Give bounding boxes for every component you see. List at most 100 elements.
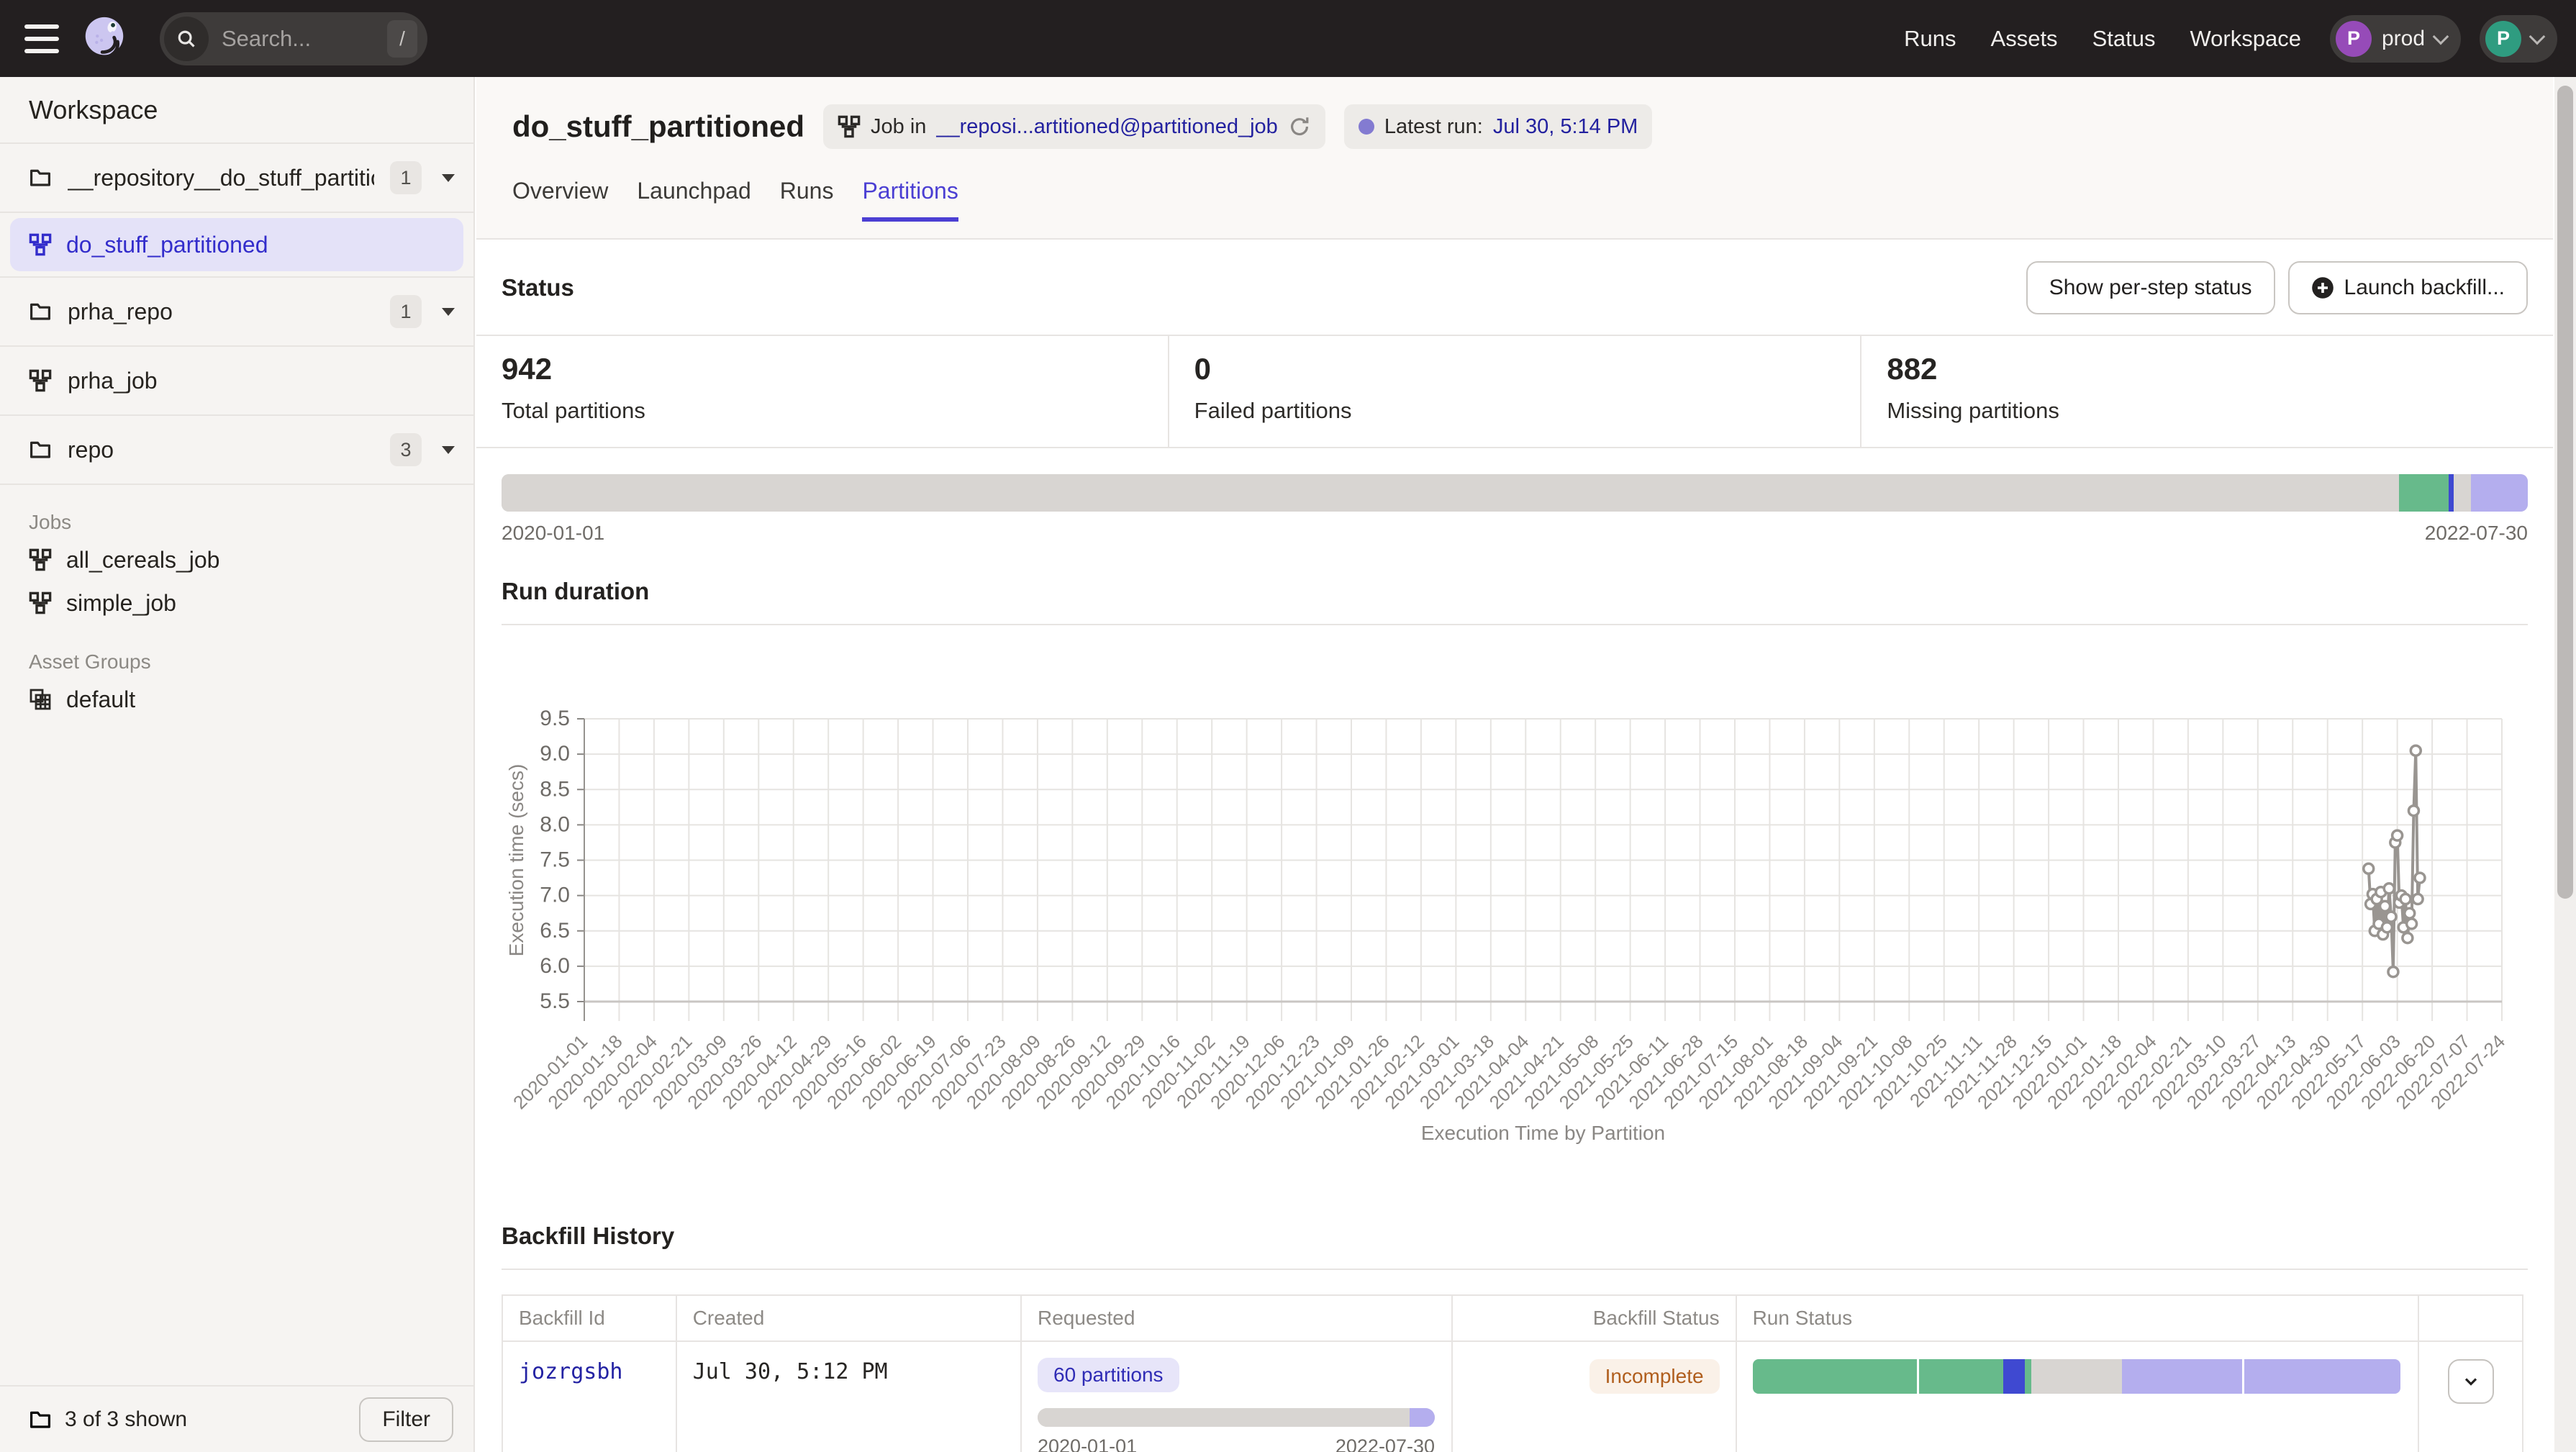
run-duration-section-header: Run duration — [502, 578, 2528, 625]
main-content: do_stuff_partitioned Job in __reposi...a… — [476, 77, 2553, 1452]
data-point[interactable] — [2411, 745, 2421, 756]
partition-status-bar[interactable] — [502, 474, 2528, 512]
nav-status[interactable]: Status — [2092, 26, 2156, 52]
run-status-bar[interactable] — [1753, 1359, 2400, 1394]
nav-workspace[interactable]: Workspace — [2190, 26, 2301, 52]
launch-backfill-button[interactable]: Launch backfill... — [2288, 261, 2528, 314]
repos-shown-count: 3 of 3 shown — [65, 1407, 346, 1432]
backfill-history-section-header: Backfill History — [502, 1222, 2528, 1270]
asset-groups-section-label: Asset Groups — [29, 650, 473, 673]
sidebar-item-prha_job[interactable]: prha_job — [0, 347, 473, 416]
data-point[interactable] — [2400, 894, 2411, 904]
nav-runs[interactable]: Runs — [1904, 26, 1956, 52]
data-point[interactable] — [2380, 901, 2390, 911]
refresh-icon[interactable] — [1288, 115, 1311, 138]
job-tag-link[interactable]: __reposi...artitioned@partitioned_job — [936, 115, 1277, 139]
sidebar-item-label: default — [66, 686, 135, 713]
sidebar-item-repo[interactable]: repo3 — [0, 416, 473, 485]
bar-segment-missing — [502, 474, 2399, 512]
run-status-dot — [1359, 119, 1374, 135]
top-bar: / Runs Assets Status Workspace P prod P — [0, 0, 2576, 77]
bar-segment-in_progress — [2449, 474, 2454, 512]
nav-assets[interactable]: Assets — [1991, 26, 2058, 52]
column-header-backfill-id: Backfill Id — [503, 1296, 676, 1340]
sidebar-item-do_stuff_partitioned[interactable]: do_stuff_partitioned — [10, 218, 463, 271]
show-per-step-status-button[interactable]: Show per-step status — [2026, 261, 2275, 314]
search-input[interactable] — [222, 26, 366, 52]
stat-label: Total partitions — [502, 398, 1168, 424]
tab-runs[interactable]: Runs — [780, 178, 834, 220]
data-point[interactable] — [2408, 806, 2418, 816]
sidebar-row: do_stuff_partitioned — [0, 213, 473, 278]
data-point[interactable] — [2405, 908, 2415, 918]
sidebar-item-default[interactable]: default — [0, 678, 473, 721]
cell-actions — [2418, 1342, 2522, 1452]
latest-run-link[interactable]: Jul 30, 5:14 PM — [1493, 115, 1638, 139]
data-point[interactable] — [2393, 830, 2403, 840]
job-icon — [29, 233, 52, 256]
sidebar-item-label: prha_job — [68, 368, 455, 394]
hamburger-menu-icon[interactable] — [24, 24, 59, 53]
bar-segment-success — [1753, 1359, 1918, 1394]
item-count-badge: 3 — [390, 433, 422, 466]
sidebar-item-prha_repo[interactable]: prha_repo 1 — [0, 278, 473, 347]
stat-total-partitions: 942Total partitions — [476, 336, 1168, 447]
sidebar-item-label: prha_repo — [68, 299, 374, 325]
column-header-created: Created — [676, 1296, 1020, 1340]
item-count-badge: 1 — [390, 161, 422, 194]
data-point[interactable] — [2386, 912, 2396, 922]
data-point[interactable] — [2388, 967, 2398, 977]
x-axis-label: Execution Time by Partition — [1421, 1122, 1665, 1144]
backfill-id-link[interactable]: jozrgsbh — [519, 1359, 623, 1384]
data-point[interactable] — [2382, 922, 2392, 933]
data-point[interactable] — [2413, 894, 2423, 904]
caret-down-icon[interactable] — [442, 308, 455, 316]
sidebar-item-simple_job[interactable]: simple_job — [0, 581, 473, 625]
folder-icon — [29, 1408, 52, 1431]
data-point[interactable] — [2415, 873, 2425, 883]
deployment-name: prod — [2382, 27, 2425, 51]
data-point[interactable] — [2407, 919, 2417, 929]
data-point[interactable] — [2403, 933, 2413, 943]
table-header-row: Backfill IdCreatedRequestedBackfill Stat… — [503, 1296, 2522, 1342]
data-point[interactable] — [2384, 884, 2394, 894]
top-nav: Runs Assets Status Workspace — [1904, 26, 2301, 52]
job-icon — [29, 369, 52, 392]
sidebar-item-label: __repository__do_stuff_partitio... — [68, 165, 374, 191]
data-point[interactable] — [2364, 863, 2374, 874]
filter-button[interactable]: Filter — [359, 1397, 453, 1442]
scrollbar-thumb[interactable] — [2557, 86, 2573, 899]
item-count-badge: 1 — [390, 295, 422, 328]
sidebar-item-all_cereals_job[interactable]: all_cereals_job — [0, 538, 473, 581]
tab-partitions[interactable]: Partitions — [862, 178, 958, 220]
status-header-row: Status Show per-step status Launch backf… — [476, 240, 2553, 314]
search-icon — [164, 17, 209, 61]
requested-start-label: 2020-01-01 — [1038, 1435, 1137, 1452]
page-title: do_stuff_partitioned — [512, 109, 804, 144]
global-search[interactable]: / — [160, 12, 427, 65]
user-menu[interactable]: P — [2480, 15, 2557, 63]
tab-launchpad[interactable]: Launchpad — [637, 178, 750, 220]
expand-row-button[interactable] — [2448, 1359, 2494, 1404]
bar-segment-queued — [2122, 1359, 2242, 1394]
dagster-logo-icon[interactable] — [79, 14, 130, 64]
stat-label: Missing partitions — [1887, 398, 2553, 424]
column-header-run-status: Run Status — [1736, 1296, 2418, 1340]
requested-partitions-badge[interactable]: 60 partitions — [1038, 1358, 1179, 1392]
sidebar-item-label: do_stuff_partitioned — [66, 232, 268, 258]
latest-run-label: Latest run: — [1384, 115, 1483, 139]
page-header: do_stuff_partitioned Job in __reposi...a… — [476, 77, 2553, 240]
caret-down-icon[interactable] — [442, 174, 455, 182]
y-tick-label: 7.5 — [540, 848, 570, 872]
top-right-pills: P prod P — [2330, 15, 2557, 63]
caret-down-icon[interactable] — [442, 446, 455, 454]
folder-icon — [29, 166, 52, 189]
status-heading: Status — [502, 274, 2026, 301]
cell-backfill-status: Incomplete — [1451, 1342, 1735, 1452]
tab-overview[interactable]: Overview — [512, 178, 608, 220]
bar-segment-missing — [2031, 1359, 2121, 1394]
sidebar-item-__repository__do_stuff_partitio-[interactable]: __repository__do_stuff_partitio... 1 — [0, 144, 473, 213]
deployment-switcher[interactable]: P prod — [2330, 15, 2461, 63]
page-scrollbar[interactable] — [2554, 77, 2576, 1452]
table-row: jozrgsbhJul 30, 5:12 PM60 partitions2020… — [503, 1342, 2522, 1452]
